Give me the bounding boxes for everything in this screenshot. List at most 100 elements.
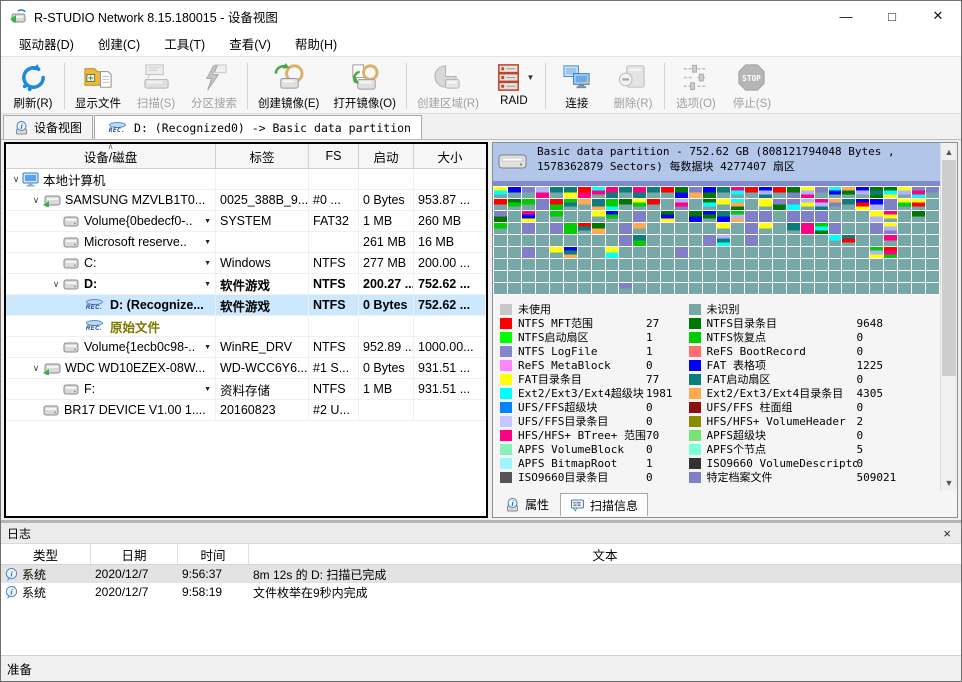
tree-row[interactable]: REC. 原始文件 — [6, 316, 486, 337]
column-header-fs[interactable]: FS — [309, 144, 359, 168]
delete-button[interactable]: 删除(R) — [605, 59, 661, 113]
log-close-icon[interactable]: × — [939, 526, 955, 541]
tab-device-view[interactable]: i 设备视图 — [3, 115, 93, 139]
map-cell — [912, 223, 925, 234]
refresh-button[interactable]: 刷新(R) — [5, 59, 61, 113]
chevron-down-icon[interactable]: ∨ — [10, 174, 22, 185]
cell-fs — [309, 169, 359, 189]
menu-help[interactable]: 帮助(H) — [283, 30, 349, 57]
menu-bar: 驱动器(D)创建(C)工具(T)查看(V)帮助(H) — [1, 31, 961, 57]
map-cell — [536, 247, 549, 258]
tab-scan-info[interactable]: 扫描信息 — [560, 493, 648, 516]
raid-dropdown-icon[interactable]: ▼ — [526, 73, 534, 82]
scan-info-panel: Basic data partition - 752.62 GB (808121… — [492, 142, 958, 518]
map-cell — [773, 211, 786, 222]
menu-tools[interactable]: 工具(T) — [152, 30, 217, 57]
map-cell — [884, 259, 897, 270]
tree-row[interactable]: C: ▼ Windows NTFS 277 MB 200.00 ... — [6, 253, 486, 274]
legend-label: NTFS恢复点 — [707, 329, 857, 345]
partition-search-button[interactable]: 分区搜索 — [184, 59, 244, 113]
map-cell — [717, 271, 730, 282]
column-header-boot[interactable]: 启动 — [359, 144, 414, 168]
options-button[interactable]: 选项(O) — [668, 59, 724, 113]
dropdown-arrow-icon[interactable]: ▼ — [204, 344, 211, 351]
log-column-time[interactable]: 时间 — [178, 544, 249, 564]
scrollbar-thumb[interactable] — [942, 160, 956, 376]
menu-drives[interactable]: 驱动器(D) — [7, 30, 86, 57]
maximize-button[interactable]: □ — [869, 1, 915, 31]
dropdown-arrow-icon[interactable]: ▼ — [204, 281, 211, 288]
menu-view[interactable]: 查看(V) — [217, 30, 283, 57]
tree-row[interactable]: ∨ WDC WD10EZEX-08W... WD-WCC6Y6... #1 S.… — [6, 358, 486, 379]
tree-row[interactable]: Volume{0bedecf0-.. ▼ SYSTEM FAT32 1 MB 2… — [6, 211, 486, 232]
log-column-date[interactable]: 日期 — [91, 544, 178, 564]
raid-button[interactable]: ▼RAID — [486, 59, 542, 113]
map-cell — [773, 259, 786, 270]
cell-size — [414, 169, 486, 189]
map-cell — [703, 223, 716, 234]
map-cell — [717, 259, 730, 270]
map-cell — [773, 283, 786, 294]
open-image-button[interactable]: 打开镜像(O) — [326, 59, 403, 113]
log-column-type[interactable]: 类型 — [1, 544, 91, 564]
tree-row[interactable]: REC. D: (Recognize... 软件游戏 NTFS 0 Bytes … — [6, 295, 486, 316]
tree-row[interactable]: ∨ SAMSUNG MZVLB1T0... 0025_388B_9... #0 … — [6, 190, 486, 211]
tree-row[interactable]: ∨ D: ▼ 软件游戏 NTFS 200.27 ... 752.62 ... — [6, 274, 486, 295]
toolbar-button-label: 显示文件 — [75, 95, 121, 111]
volume-icon — [62, 215, 80, 227]
scan-button[interactable]: 扫描(S) — [128, 59, 184, 113]
scroll-down-icon[interactable]: ▼ — [941, 474, 957, 491]
toolbar-button-label: 创建区域(R) — [417, 95, 479, 111]
column-header-size[interactable]: 大小 — [414, 144, 486, 168]
legend-label: ISO9660目录条目 — [518, 469, 646, 485]
chevron-down-icon[interactable]: ∨ — [30, 363, 42, 374]
create-region-button[interactable]: 创建区域(R) — [410, 59, 486, 113]
tree-row[interactable]: Volume{1ecb0c98-.. ▼ WinRE_DRV NTFS 952.… — [6, 337, 486, 358]
tree-row[interactable]: Microsoft reserve.. ▼ 261 MB 16 MB — [6, 232, 486, 253]
tree-row[interactable]: F: ▼ 资料存储 NTFS 1 MB 931.51 ... — [6, 379, 486, 400]
map-cell — [578, 211, 591, 222]
chevron-down-icon[interactable]: ∨ — [30, 195, 42, 206]
legend-label: NTFS LogFile — [518, 345, 646, 358]
chevron-down-icon[interactable]: ∨ — [50, 279, 62, 290]
tree-row[interactable]: BR17 DEVICE V1.00 1.... 20160823 #2 U... — [6, 400, 486, 421]
map-cell — [884, 271, 897, 282]
log-cell: 2020/12/7 — [91, 585, 178, 599]
map-cell — [633, 235, 646, 246]
map-cell — [829, 283, 842, 294]
dropdown-arrow-icon[interactable]: ▼ — [204, 239, 211, 246]
map-cell — [898, 259, 911, 270]
scrollbar-vertical[interactable]: ▲ ▼ — [940, 143, 957, 491]
map-cell — [703, 235, 716, 246]
connect-button[interactable]: 连接 — [549, 59, 605, 113]
block-map[interactable] — [493, 186, 940, 295]
cell-label: 资料存储 — [216, 379, 309, 399]
map-cell — [689, 271, 702, 282]
legend-item: UFS/FFS 柱面组0 — [689, 400, 897, 414]
log-column-text[interactable]: 文本 — [249, 544, 961, 564]
menu-create[interactable]: 创建(C) — [86, 30, 152, 57]
device-name: D: — [84, 277, 97, 291]
dropdown-arrow-icon[interactable]: ▼ — [204, 260, 211, 267]
map-cell — [815, 271, 828, 282]
tab-properties[interactable]: i 属性 — [496, 493, 558, 516]
show-files-button[interactable]: 显示文件 — [68, 59, 128, 113]
map-cell — [606, 211, 619, 222]
scroll-up-icon[interactable]: ▲ — [941, 143, 957, 160]
column-header-label[interactable]: 标签 — [216, 144, 309, 168]
close-button[interactable]: ✕ — [915, 1, 961, 31]
column-header-device[interactable]: ∧ 设备/磁盘 — [6, 144, 216, 168]
legend-swatch — [689, 318, 701, 329]
tab-recognized-partition[interactable]: REC. D: (Recognized0) -> Basic data part… — [94, 115, 422, 139]
map-cell — [703, 283, 716, 294]
cell-fs: #2 U... — [309, 400, 359, 420]
create-image-button[interactable]: 创建镜像(E) — [251, 59, 326, 113]
dropdown-arrow-icon[interactable]: ▼ — [204, 386, 211, 393]
log-row[interactable]: i系统2020/12/79:56:378m 12s 的 D: 扫描已完成 — [1, 565, 961, 583]
dropdown-arrow-icon[interactable]: ▼ — [204, 218, 211, 225]
stop-button[interactable]: STOP停止(S) — [724, 59, 780, 113]
log-row[interactable]: i系统2020/12/79:58:19文件枚举在9秒内完成 — [1, 583, 961, 601]
map-cell — [619, 283, 632, 294]
minimize-button[interactable]: — — [823, 1, 869, 31]
tree-row[interactable]: ∨ 本地计算机 — [6, 169, 486, 190]
